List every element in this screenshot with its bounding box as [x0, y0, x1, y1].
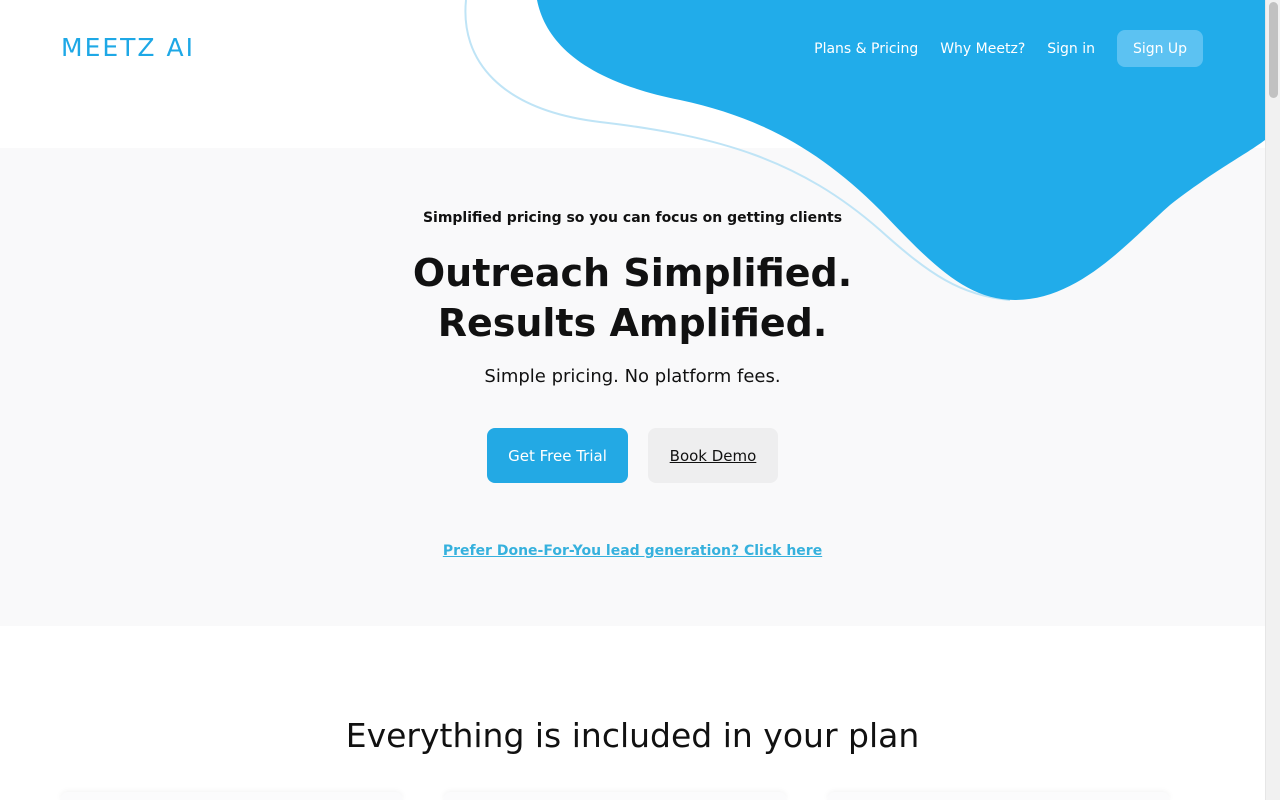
hero-title-line1: Outreach Simplified.: [412, 251, 853, 295]
features-title: Everything is included in your plan: [345, 716, 920, 755]
top-nav: Plans & Pricing Why Meetz? Sign in Sign …: [814, 30, 1203, 67]
page: MEETZ AI Plans & Pricing Why Meetz? Sign…: [0, 0, 1265, 800]
site-header: MEETZ AI Plans & Pricing Why Meetz? Sign…: [0, 0, 1265, 96]
hero-subtitle: Simple pricing. No platform fees.: [484, 366, 781, 387]
hero-title-line2: Results Amplified.: [437, 301, 828, 345]
nav-plans-pricing[interactable]: Plans & Pricing: [814, 41, 918, 57]
hero-kicker: Simplified pricing so you can focus on g…: [422, 210, 843, 226]
scrollbar-thumb[interactable]: [1269, 2, 1278, 98]
feature-card: [826, 792, 1170, 800]
cta-row: Get Free Trial Book Demo: [0, 428, 1265, 483]
feature-card: [443, 792, 787, 800]
feature-cards: [60, 792, 1170, 800]
logo[interactable]: MEETZ AI: [61, 32, 195, 62]
page-scrollbar[interactable]: [1265, 0, 1280, 800]
book-demo-button[interactable]: Book Demo: [648, 428, 778, 483]
sign-up-button[interactable]: Sign Up: [1117, 30, 1203, 67]
nav-sign-in[interactable]: Sign in: [1047, 41, 1095, 57]
nav-why-meetz[interactable]: Why Meetz?: [940, 41, 1025, 57]
done-for-you-link[interactable]: Prefer Done-For-You lead generation? Cli…: [0, 543, 1265, 559]
hero-title: Outreach Simplified. Results Amplified.: [0, 248, 1265, 348]
feature-card: [60, 792, 404, 800]
logo-text: MEETZ AI: [61, 32, 195, 62]
get-free-trial-button[interactable]: Get Free Trial: [487, 428, 628, 483]
